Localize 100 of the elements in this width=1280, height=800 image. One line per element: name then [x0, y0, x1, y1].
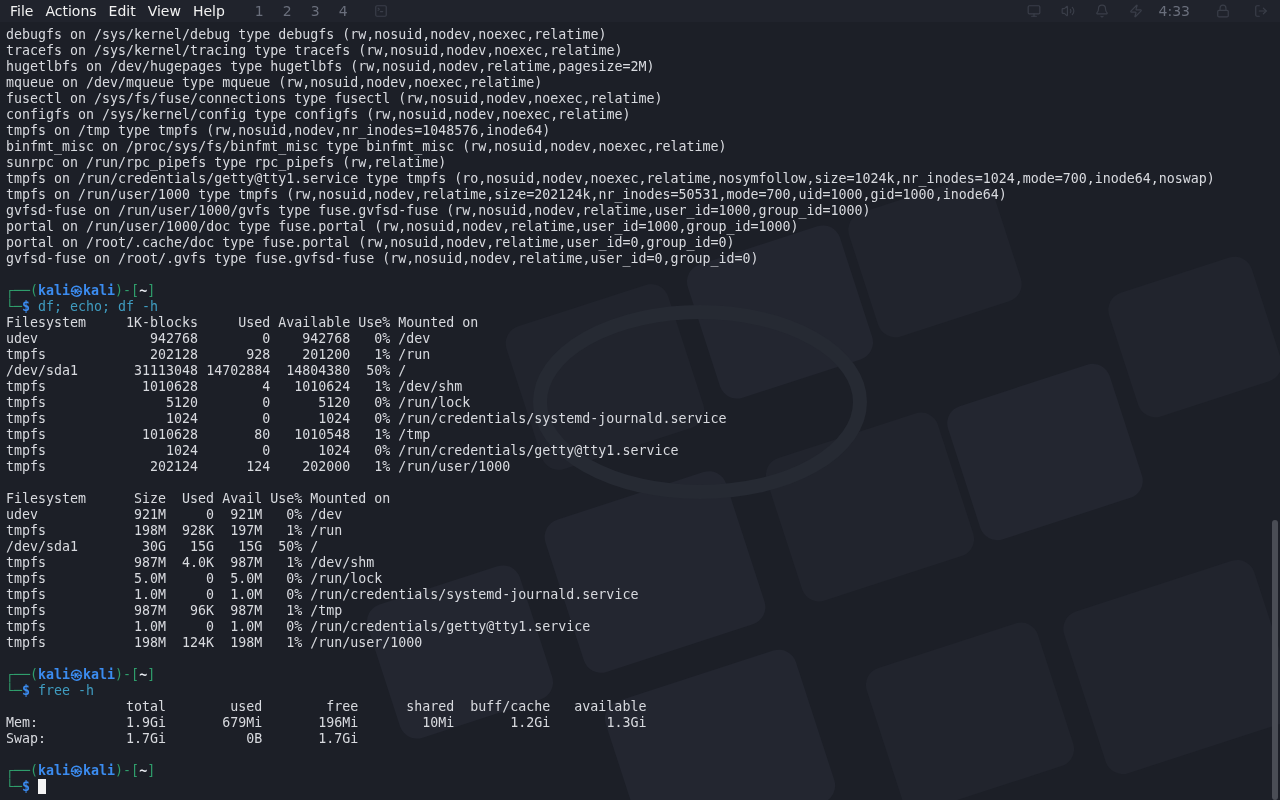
table-cell-text: 1.7Gi [317, 731, 359, 747]
table-cell-text: /run [309, 523, 344, 539]
table-cell-text: 921M [229, 507, 263, 523]
output-line: mqueue on /dev/mqueue type mqueue (rw,nosuid,nodev,noexec,relatime) [6, 75, 544, 91]
command-line: └─$ df; echo; df -h [6, 299, 159, 314]
table-cell-text: 928 [245, 347, 271, 363]
column-header: Used [181, 491, 215, 507]
table-cell-text: tmpfs [6, 635, 48, 651]
column-header: Available [277, 315, 351, 331]
table-cell-text: tmpfs [6, 603, 48, 619]
table-cell-text: Swap: [6, 731, 48, 747]
output-line: portal on /root/.cache/doc type fuse.portal (rw,nosuid,nodev,relatime,user_id=0,group_id=0) [6, 235, 736, 251]
table-cell-text: /run/credentials/systemd-journald.service [309, 587, 639, 603]
bell-icon[interactable] [1094, 4, 1109, 18]
menu-item[interactable]: Edit [102, 0, 142, 22]
table-cell-text: 1% [285, 523, 303, 539]
table-cell-text: /dev/sda1 [6, 363, 80, 379]
table-cell-text: 987M [229, 555, 263, 571]
table-cell-text: 0 [205, 571, 215, 587]
menu-item[interactable]: Actions [39, 0, 103, 22]
output-line: binfmt_misc on /proc/sys/fs/binfmt_misc type binfmt_misc (rw,nosuid,nodev,noexec,relatime) [6, 139, 728, 155]
table-cell-text: 31113048 [133, 363, 199, 379]
menu-item[interactable]: Help [186, 0, 231, 22]
table-cell-text: 0B [245, 731, 263, 747]
column-header: free [325, 699, 359, 715]
monitor-icon[interactable] [1026, 4, 1041, 18]
table-cell-text: 0% [373, 395, 391, 411]
logout-icon[interactable] [1254, 4, 1268, 18]
column-header: Mounted on [397, 315, 480, 331]
table-cell-text: /run/lock [309, 571, 384, 587]
table-cell-text: 1010548 [293, 427, 351, 443]
column-header: total [125, 699, 167, 715]
table-cell-text: 987M [229, 603, 263, 619]
table-cell-text: tmpfs [6, 443, 48, 459]
table-cell-text: 0% [285, 571, 303, 587]
menu-item[interactable]: File [4, 0, 40, 22]
table-cell-text: 202124 [149, 459, 199, 475]
table-cell-text: /run/user/1000 [397, 459, 512, 475]
output-line: sunrpc on /run/rpc_pipefs type rpc_pipefs (rw,relatime) [6, 155, 448, 171]
table-cell-text: 10Mi [421, 715, 455, 731]
terminal-icon[interactable] [373, 4, 388, 18]
table-cell-text: 1.0M [133, 619, 167, 635]
scrollbar-thumb[interactable] [1272, 520, 1278, 800]
table-cell-text: 5120 [317, 395, 351, 411]
table-cell-text: 124K [181, 635, 215, 651]
table-cell-text: 0% [373, 443, 391, 459]
table-cell-text: 1010624 [293, 379, 351, 395]
output-line: hugetlbfs on /dev/hugepages type hugetlbfs (rw,nosuid,nodev,relatime,pagesize=2M) [6, 59, 656, 75]
table-cell-text: tmpfs [6, 619, 48, 635]
table-cell-text: tmpfs [6, 395, 48, 411]
table-cell-text: 14804380 [285, 363, 351, 379]
table-cell-text: 1.7Gi [125, 731, 167, 747]
table-cell-text: udev [6, 331, 40, 347]
table-cell-text: 1010628 [141, 427, 199, 443]
table-cell-text: tmpfs [6, 427, 48, 443]
column-header: shared [405, 699, 455, 715]
column-header: Use% [269, 491, 303, 507]
table-cell-text: 942768 [149, 331, 199, 347]
lock-icon[interactable] [1216, 4, 1230, 18]
table-cell-text: /dev [397, 331, 432, 347]
table-cell-text: 124 [245, 459, 271, 475]
table-cell-text: /run/credentials/systemd-journald.service [397, 411, 727, 427]
table-cell-text: tmpfs [6, 459, 48, 475]
table-cell-text: 4 [261, 379, 271, 395]
table-cell-text: 1024 [317, 443, 351, 459]
table-cell-text: 1.0M [133, 587, 167, 603]
table-cell-text: 50% [277, 539, 303, 555]
volume-icon[interactable] [1060, 4, 1075, 18]
table-cell-text: 201200 [301, 347, 351, 363]
table-cell-text: 4.0K [181, 555, 215, 571]
table-cell-text: 96K [189, 603, 215, 619]
table-cell-text: / [309, 539, 320, 555]
table-cell-text: 5120 [165, 395, 199, 411]
table-cell-text: 5.0M [133, 571, 167, 587]
table-cell-text: 80 [253, 427, 271, 443]
table-cell-text: 1.0M [229, 587, 263, 603]
table-cell-text: 0 [261, 443, 271, 459]
table-cell-text: 0 [205, 619, 215, 635]
table-cell-text: 14702884 [205, 363, 271, 379]
table-cell-text: 1.0M [229, 619, 263, 635]
table-cell-text: tmpfs [6, 555, 48, 571]
table-cell-text: /run [397, 347, 432, 363]
table-cell-text: 1.9Gi [125, 715, 167, 731]
table-cell-text: 1% [285, 603, 303, 619]
prompt-line: ┌──(kali㉿kali)-[~] [6, 763, 157, 779]
table-cell-text: /dev [309, 507, 344, 523]
menu-item[interactable]: View [141, 0, 187, 22]
table-cell-text: 1010628 [141, 379, 199, 395]
table-cell-text: 0 [261, 411, 271, 427]
table-cell-text: tmpfs [6, 571, 48, 587]
table-cell-text: 921M [133, 507, 167, 523]
table-cell-text: 1% [373, 459, 391, 475]
table-cell-text: 1% [373, 347, 391, 363]
table-cell-text: / [397, 363, 408, 379]
prompt-line: ┌──(kali㉿kali)-[~] [6, 283, 157, 299]
table-cell-text: 0% [373, 411, 391, 427]
table-cell-text: 928K [181, 523, 215, 539]
table-cell-text: /tmp [397, 427, 432, 443]
table-cell-text: 15G [189, 539, 215, 555]
table-cell-text: /dev/shm [309, 555, 376, 571]
